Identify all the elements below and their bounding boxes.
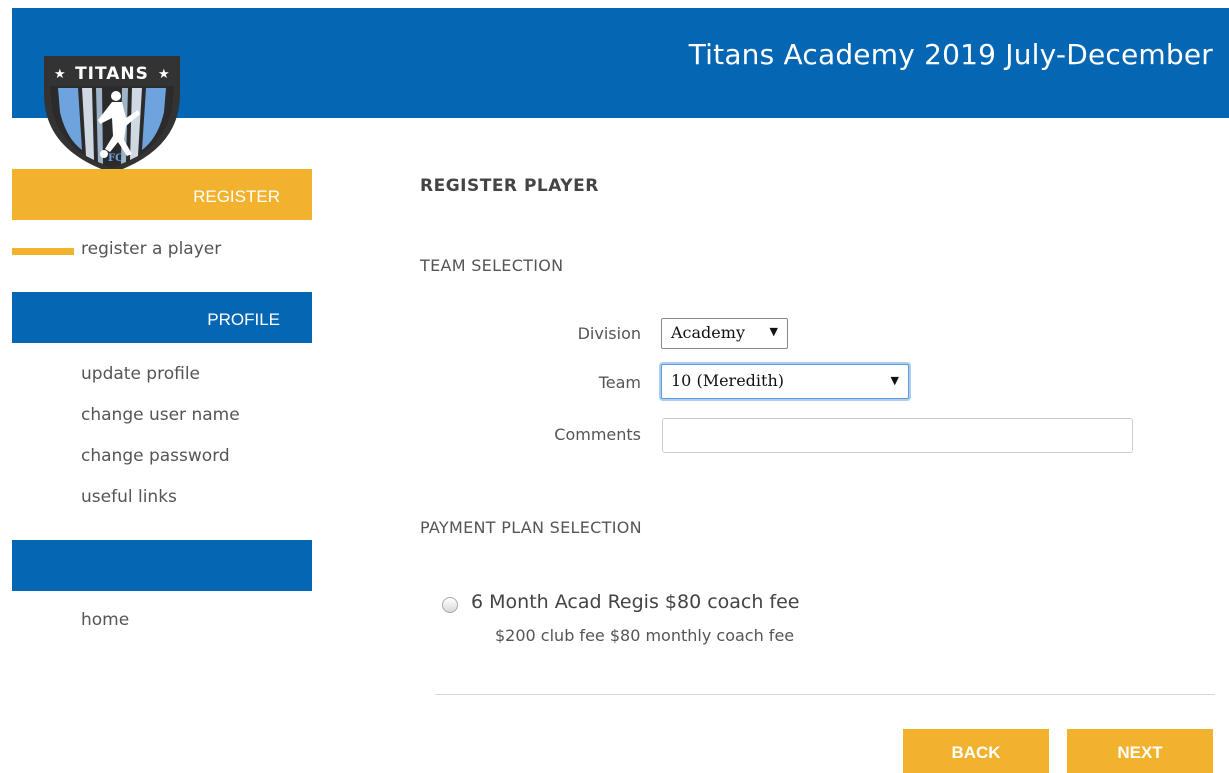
team-select[interactable]: 10 (Meredith) ▼ bbox=[661, 364, 909, 399]
sidebar-item-register-a-player[interactable]: register a player bbox=[81, 239, 221, 259]
payment-plan-radio[interactable] bbox=[442, 597, 458, 613]
logo-wordmark: TITANS bbox=[75, 64, 149, 84]
sidebar-section-other bbox=[12, 540, 312, 591]
next-button[interactable]: NEXT bbox=[1067, 729, 1213, 773]
soccer-club-crest-icon: FC TITANS ★ ★ bbox=[44, 56, 180, 173]
payment-plan-title: PAYMENT PLAN SELECTION bbox=[420, 518, 642, 537]
header-bar: Titans Academy 2019 July-December bbox=[12, 8, 1229, 118]
svg-text:FC: FC bbox=[108, 153, 123, 164]
payment-plan-description: $200 club fee $80 monthly coach fee bbox=[495, 626, 795, 645]
dropdown-arrow-icon: ▼ bbox=[890, 374, 899, 387]
sidebar-section-label: REGISTER bbox=[193, 187, 280, 206]
sidebar-section-label: PROFILE bbox=[207, 310, 280, 329]
division-label: Division bbox=[577, 324, 641, 343]
division-select[interactable]: Academy ▼ bbox=[661, 318, 788, 349]
register-player-heading: REGISTER PLAYER bbox=[420, 176, 599, 196]
team-label: Team bbox=[598, 373, 641, 392]
team-selection-title: TEAM SELECTION bbox=[420, 256, 564, 275]
dropdown-arrow-icon: ▼ bbox=[769, 325, 778, 338]
active-item-indicator bbox=[12, 248, 74, 255]
club-logo[interactable]: FC TITANS ★ ★ bbox=[42, 52, 182, 174]
team-selected-value: 10 (Meredith) bbox=[671, 371, 784, 390]
svg-text:★: ★ bbox=[158, 67, 170, 82]
sidebar-item-update-profile[interactable]: update profile bbox=[81, 364, 200, 384]
sidebar-item-useful-links[interactable]: useful links bbox=[81, 487, 177, 507]
sidebar-item-change-password[interactable]: change password bbox=[81, 446, 230, 466]
comments-label: Comments bbox=[554, 425, 641, 444]
page-title: Titans Academy 2019 July-December bbox=[688, 38, 1213, 71]
sidebar-item-home[interactable]: home bbox=[81, 610, 129, 630]
payment-plan-name[interactable]: 6 Month Acad Regis $80 coach fee bbox=[471, 591, 800, 613]
sidebar-section-profile: PROFILE bbox=[12, 292, 312, 343]
form-divider bbox=[435, 694, 1215, 695]
comments-input[interactable] bbox=[662, 418, 1133, 453]
sidebar-section-register: REGISTER bbox=[12, 169, 312, 220]
back-button[interactable]: BACK bbox=[903, 729, 1049, 773]
svg-text:★: ★ bbox=[54, 67, 66, 82]
sidebar-item-change-user-name[interactable]: change user name bbox=[81, 405, 240, 425]
division-selected-value: Academy bbox=[671, 323, 745, 342]
